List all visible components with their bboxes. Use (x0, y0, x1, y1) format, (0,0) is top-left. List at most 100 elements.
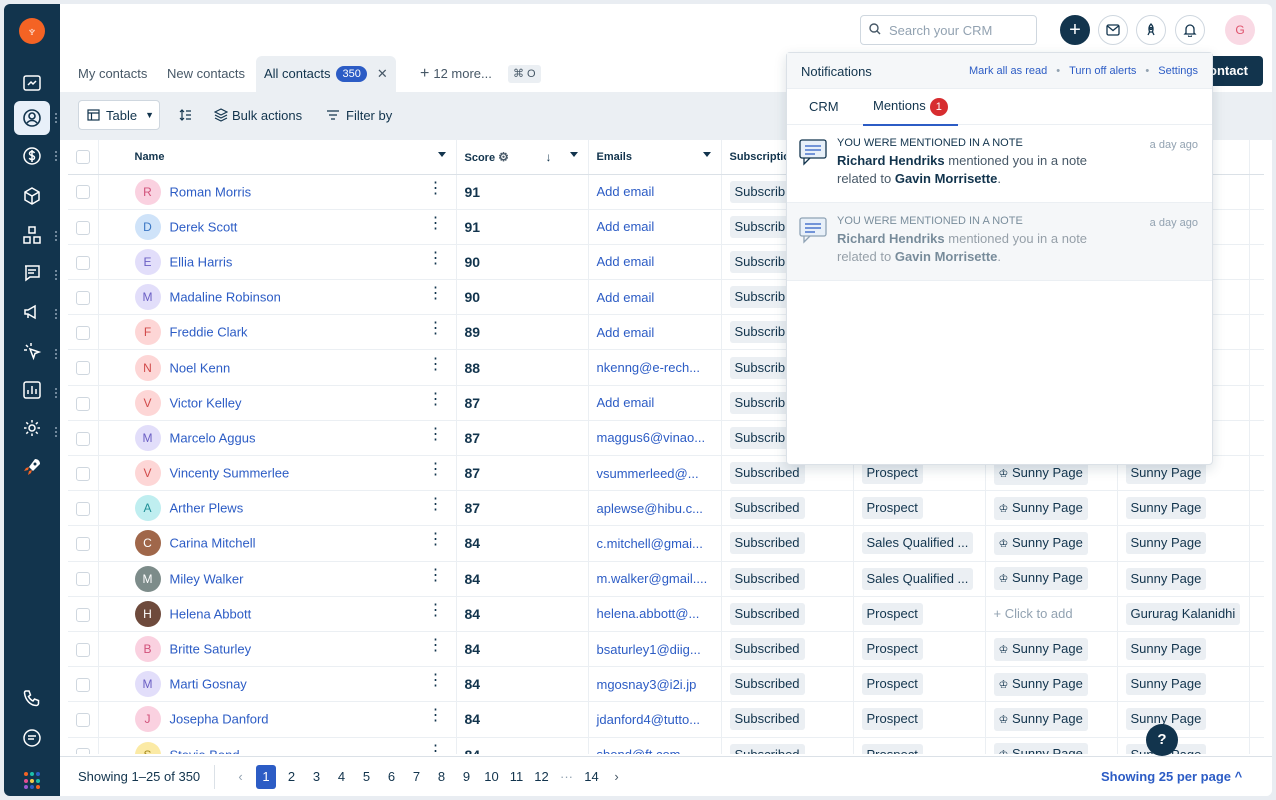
contact-name-link[interactable]: Helena Abbott (170, 606, 252, 621)
email-link[interactable]: sbond@ft.com (597, 747, 681, 754)
notifications-button[interactable] (1175, 15, 1205, 45)
email-link[interactable]: Add email (597, 184, 655, 199)
search-box[interactable] (860, 15, 1037, 45)
owner-pill[interactable]: ♔ Sunny Page (993, 567, 1088, 591)
select-all-checkbox[interactable] (76, 149, 90, 164)
page-button[interactable]: 11 (504, 765, 529, 789)
sequences-more-icon[interactable] (54, 348, 58, 360)
email-link[interactable]: Add email (597, 290, 655, 305)
contact-name-link[interactable]: Derek Scott (170, 219, 238, 234)
deals-icon[interactable] (14, 139, 50, 173)
more-options-icon[interactable]: ⋮ (428, 495, 444, 515)
contact-name-link[interactable]: Marti Gosnay (170, 677, 247, 692)
notification-settings-link[interactable]: Settings (1158, 65, 1198, 77)
more-views-button[interactable]: +12 more... (420, 56, 492, 92)
contact-name-link[interactable]: Noel Kenn (170, 360, 231, 375)
sales-owner-pill[interactable]: Sunny Page (1125, 462, 1207, 485)
email-link[interactable]: jdanford4@tutto... (597, 712, 701, 727)
subscription-pill[interactable]: Subscribed (729, 532, 805, 555)
subscription-pill[interactable]: Subscribed (729, 638, 805, 661)
mentioned-subject[interactable]: Gavin Morrisette (895, 171, 998, 186)
gear-icon[interactable]: ⚙ (498, 150, 509, 164)
reports-icon[interactable] (14, 373, 50, 407)
lifecycle-pill[interactable]: Prospect (861, 497, 923, 520)
row-checkbox[interactable] (76, 642, 90, 657)
row-checkbox[interactable] (76, 220, 90, 235)
column-settings-button[interactable] (178, 100, 192, 130)
contact-name-link[interactable]: Roman Morris (170, 184, 252, 199)
contact-name-link[interactable]: Arther Plews (170, 501, 244, 516)
row-checkbox[interactable] (76, 396, 90, 411)
page-button[interactable]: 2 (279, 765, 304, 789)
row-checkbox[interactable] (76, 537, 90, 552)
chat-icon[interactable] (14, 721, 50, 755)
table-row[interactable]: M Marti Gosnay ⋮ 84 mgosnay3@i2i.jp Subscr… (68, 666, 1264, 703)
sales-owner-pill[interactable]: Sunny Page (1125, 638, 1207, 661)
page-button[interactable]: 7 (404, 765, 429, 789)
next-page-icon[interactable]: › (604, 765, 629, 789)
email-link[interactable]: mgosnay3@i2i.jp (597, 677, 697, 692)
owner-pill[interactable]: ♔ Sunny Page (993, 743, 1088, 754)
row-checkbox[interactable] (76, 255, 90, 270)
subscription-pill[interactable]: Subscrib (729, 180, 791, 203)
subscription-pill[interactable]: Subscribed (729, 567, 805, 590)
page-button[interactable]: 1 (256, 765, 276, 789)
page-button[interactable]: 8 (429, 765, 454, 789)
row-checkbox[interactable] (76, 361, 90, 376)
more-options-icon[interactable]: ⋮ (428, 249, 444, 269)
row-checkbox[interactable] (76, 326, 90, 341)
table-row[interactable]: J Josepha Danford ⋮ 84 jdanford4@tutto... … (68, 701, 1264, 738)
sales-owner-pill[interactable]: Sunny Page (1125, 497, 1207, 520)
mentioned-subject[interactable]: Gavin Morrisette (895, 249, 998, 264)
freshworks-logo-icon[interactable]: ♆ (19, 18, 45, 44)
more-options-icon[interactable]: ⋮ (428, 706, 444, 726)
email-button[interactable] (1098, 15, 1128, 45)
settings-icon[interactable] (14, 411, 50, 445)
row-checkbox[interactable] (76, 431, 90, 446)
lifecycle-pill[interactable]: Prospect (861, 673, 923, 696)
contact-name-link[interactable]: Freddie Clark (170, 325, 248, 340)
row-checkbox[interactable] (76, 185, 90, 200)
subscription-pill[interactable]: Subscrib (729, 321, 791, 344)
row-checkbox[interactable] (76, 572, 90, 587)
chevron-down-icon[interactable] (702, 152, 711, 157)
more-options-icon[interactable]: ⋮ (428, 390, 444, 410)
lifecycle-pill[interactable]: Prospect (861, 708, 923, 731)
lifecycle-pill[interactable]: Prospect (861, 743, 923, 754)
more-options-icon[interactable]: ⋮ (428, 425, 444, 445)
email-link[interactable]: m.walker@gmail.... (597, 571, 708, 586)
prev-page-icon[interactable]: ‹ (228, 765, 253, 789)
email-link[interactable]: nkenng@e-rech... (597, 360, 701, 375)
email-link[interactable]: c.mitchell@gmai... (597, 536, 703, 551)
add-contact-button[interactable]: ontact (1205, 56, 1263, 86)
sales-owner-pill[interactable]: Sunny Page (1125, 567, 1207, 590)
chevron-down-icon[interactable] (437, 152, 446, 157)
email-link[interactable]: vsummerleed@... (597, 466, 699, 481)
more-options-icon[interactable]: ⋮ (428, 214, 444, 234)
search-input[interactable] (889, 22, 1029, 38)
contact-name-link[interactable]: Madaline Robinson (170, 290, 281, 305)
page-button[interactable]: 5 (354, 765, 379, 789)
email-link[interactable]: Add email (597, 395, 655, 410)
email-link[interactable]: Add email (597, 254, 655, 269)
row-checkbox[interactable] (76, 678, 90, 692)
email-link[interactable]: maggus6@vinao... (597, 430, 706, 445)
sequences-icon[interactable] (14, 334, 50, 368)
contacts-more-icon[interactable] (54, 112, 58, 124)
lifecycle-pill[interactable]: Prospect (861, 602, 923, 625)
row-checkbox[interactable] (76, 502, 90, 517)
contact-name-link[interactable]: Marcelo Aggus (170, 430, 256, 445)
subscription-pill[interactable]: Subscrib (729, 215, 791, 238)
contact-name-link[interactable]: Victor Kelley (170, 395, 242, 410)
more-options-icon[interactable]: ⋮ (428, 460, 444, 480)
turn-off-alerts-link[interactable]: Turn off alerts (1069, 65, 1136, 77)
email-link[interactable]: Add email (597, 219, 655, 234)
owner-pill[interactable]: ♔ Sunny Page (993, 531, 1088, 555)
table-row[interactable]: H Helena Abbott ⋮ 84 helena.abbott@... Sub… (68, 596, 1264, 632)
apps-grid-icon[interactable] (24, 772, 42, 790)
email-link[interactable]: bsaturley1@diig... (597, 642, 701, 657)
page-button[interactable]: 3 (304, 765, 329, 789)
more-options-icon[interactable]: ⋮ (428, 742, 444, 754)
user-avatar[interactable]: G (1225, 15, 1255, 45)
contact-name-link[interactable]: Miley Walker (170, 571, 244, 586)
